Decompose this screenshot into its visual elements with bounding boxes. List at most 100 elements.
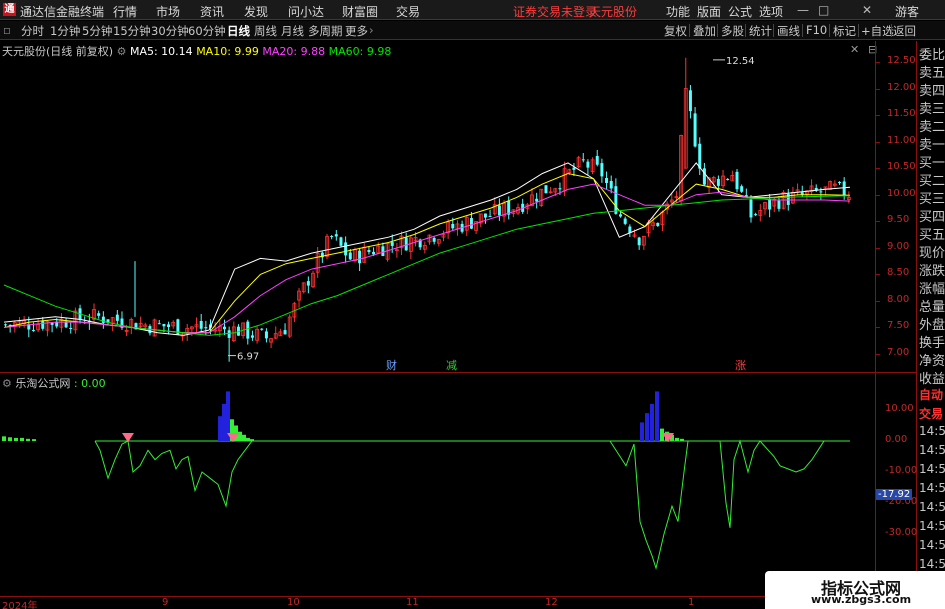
osc-bar bbox=[14, 437, 18, 441]
quote-field-label: 总量 bbox=[919, 300, 945, 315]
candle-down bbox=[31, 329, 35, 331]
tab-period-1min[interactable]: 1分钟 bbox=[50, 23, 80, 39]
candle-down bbox=[693, 113, 697, 147]
user-label[interactable]: 游客 bbox=[895, 3, 919, 20]
candle-down bbox=[381, 246, 385, 257]
quote-field-label: 涨幅 bbox=[919, 282, 945, 297]
menu-xuanxiang[interactable]: 选项 bbox=[759, 3, 783, 20]
candle-down bbox=[488, 215, 492, 217]
candle-down bbox=[404, 237, 408, 251]
menu-zixun[interactable]: 资讯 bbox=[200, 3, 224, 20]
candle-down bbox=[115, 314, 119, 321]
toolbar-divider bbox=[802, 24, 803, 37]
tab-period-fenshi[interactable]: 分时 bbox=[21, 23, 44, 39]
price-tick-mark bbox=[875, 88, 880, 90]
more-chevron-icon[interactable]: › bbox=[369, 23, 374, 37]
candle-down bbox=[469, 218, 473, 229]
action-f10[interactable]: F10 bbox=[806, 23, 827, 37]
login-notice[interactable]: 证券交易未登录 bbox=[513, 3, 597, 20]
candle-down bbox=[41, 320, 45, 329]
menu-wenxiaoda[interactable]: 问小达 bbox=[288, 3, 324, 20]
watermark: 指标公式网 www.zbgs3.com bbox=[765, 571, 945, 609]
candle-down bbox=[800, 192, 804, 195]
quote-side-panel: 委比 卖五 卖四 卖三 卖二 卖一 买一 买二 买三 买四 买五 现价 涨跌 涨幅 总量 外盘 换手 净资 收益 自动… bbox=[916, 41, 945, 609]
date-tick: 2024年 bbox=[2, 601, 38, 609]
menu-banmian[interactable]: 版面 bbox=[697, 3, 721, 20]
trade-time-label: 交易 bbox=[919, 407, 944, 421]
osc-bar bbox=[242, 434, 246, 441]
candle-down bbox=[227, 330, 231, 338]
menu-jiaoyi[interactable]: 交易 bbox=[396, 3, 420, 20]
date-tick: 10 bbox=[287, 597, 300, 608]
menu-caifuquan[interactable]: 财富圈 bbox=[342, 3, 378, 20]
osc-bar bbox=[20, 437, 24, 441]
candle-down bbox=[544, 185, 548, 194]
tab-period-60min[interactable]: 60分钟 bbox=[188, 23, 226, 39]
close-icon[interactable]: ✕ bbox=[862, 3, 872, 17]
price-tick: 8.50 bbox=[887, 267, 910, 279]
tab-period-more[interactable]: 更多 bbox=[345, 23, 368, 39]
price-tick-mark bbox=[875, 168, 880, 170]
candle-down bbox=[330, 236, 334, 238]
menu-gongneng[interactable]: 功能 bbox=[666, 3, 690, 20]
tab-period-30min[interactable]: 30分钟 bbox=[151, 23, 189, 39]
action-duogu[interactable]: 多股 bbox=[721, 23, 744, 39]
event-marker: 涨 bbox=[735, 359, 746, 372]
action-fuquan[interactable]: 复权 bbox=[664, 23, 687, 39]
date-tick: 11 bbox=[406, 597, 419, 608]
candle-down bbox=[348, 252, 352, 260]
tab-period-daily[interactable]: 日线 bbox=[227, 23, 250, 39]
candle-down bbox=[586, 161, 590, 168]
action-diejia[interactable]: 叠加 bbox=[693, 23, 716, 39]
osc-bar bbox=[655, 391, 659, 441]
menu-shichang[interactable]: 市场 bbox=[156, 3, 180, 20]
menu-gongshi[interactable]: 公式 bbox=[728, 3, 752, 20]
low-label: 6.97 bbox=[237, 352, 259, 363]
tab-period-5min[interactable]: 5分钟 bbox=[82, 23, 112, 39]
app-name: 通达信金融终端 bbox=[20, 5, 105, 19]
oscillator-chart[interactable] bbox=[0, 388, 875, 596]
candle-down bbox=[609, 180, 613, 189]
candle-down bbox=[367, 250, 371, 253]
quote-field-label: 收益 bbox=[919, 372, 945, 387]
menu-hangqing[interactable]: 行情 bbox=[113, 3, 137, 20]
toolbar-divider bbox=[858, 24, 859, 37]
candle-down bbox=[605, 177, 609, 183]
candlestick-chart[interactable]: 12.54 6.97 财 减 涨 bbox=[0, 56, 875, 372]
trade-time-label: 14:56 bbox=[919, 481, 945, 495]
price-tick: 10.00 bbox=[887, 187, 916, 199]
action-huaxian[interactable]: 画线 bbox=[777, 23, 800, 39]
tab-period-weekly[interactable]: 周线 bbox=[254, 23, 277, 39]
minimize-icon[interactable]: — bbox=[797, 3, 809, 17]
toolbar-divider bbox=[745, 24, 746, 37]
candle-down bbox=[283, 330, 287, 335]
osc-current-value: -17.92 bbox=[876, 488, 913, 500]
osc-bar bbox=[650, 403, 654, 441]
watermark-url: www.zbgs3.com bbox=[811, 593, 912, 606]
trade-time-label: 14:56 bbox=[919, 519, 945, 533]
restore-icon[interactable]: □ bbox=[818, 3, 829, 17]
candle-down bbox=[204, 327, 208, 329]
price-tick: 9.00 bbox=[887, 240, 910, 252]
candle-down bbox=[595, 155, 599, 165]
tab-period-15min[interactable]: 15分钟 bbox=[113, 23, 151, 39]
action-biaoji[interactable]: 标记 bbox=[833, 23, 856, 39]
tab-period-multi[interactable]: 多周期 bbox=[308, 23, 343, 39]
date-axis: 2024年 9 10 11 12 1 bbox=[0, 596, 875, 609]
quote-field-label: 换手 bbox=[919, 336, 945, 351]
trade-time-label: 14:55 bbox=[919, 424, 945, 438]
candle-down bbox=[97, 313, 101, 316]
toolbar-divider bbox=[829, 24, 830, 37]
chart-close-icon[interactable]: ✕ bbox=[850, 43, 859, 56]
action-add-watchlist[interactable]: +自选 bbox=[861, 23, 894, 39]
action-tongji[interactable]: 统计 bbox=[749, 23, 772, 39]
candle-down bbox=[600, 163, 604, 177]
osc-bar bbox=[675, 437, 679, 441]
menu-faxian[interactable]: 发现 bbox=[244, 3, 268, 20]
tab-period-monthly[interactable]: 月线 bbox=[281, 23, 304, 39]
action-back[interactable]: 返回 bbox=[893, 23, 916, 39]
toolbar-menu-icon[interactable]: ▫ bbox=[3, 23, 11, 37]
quote-field-label: 卖一 bbox=[919, 138, 945, 153]
candle-down bbox=[162, 323, 166, 327]
candle-down bbox=[637, 237, 641, 246]
